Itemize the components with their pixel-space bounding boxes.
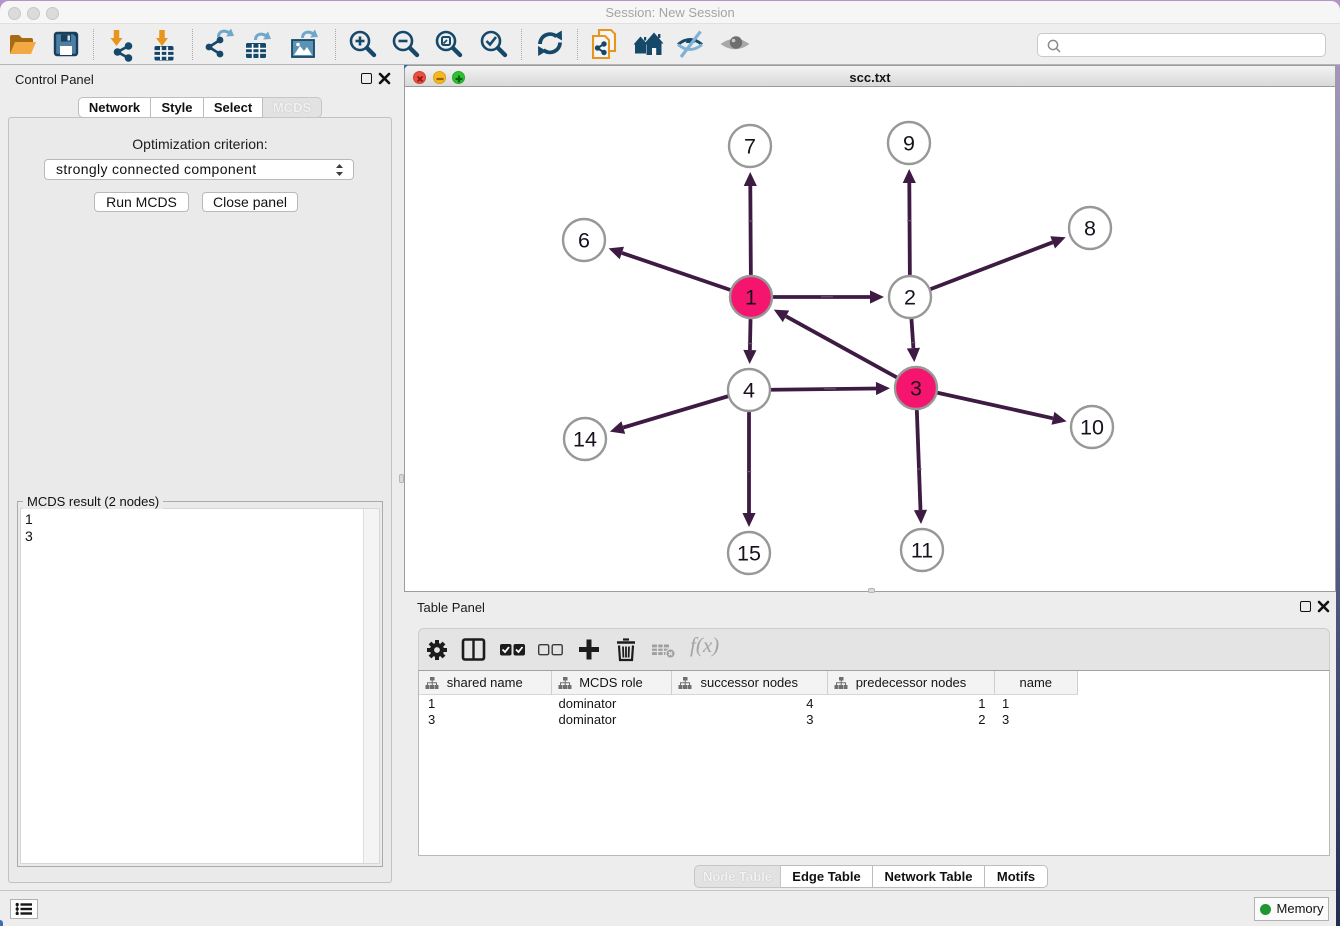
svg-text:2: 2 — [904, 286, 916, 310]
svg-text:9: 9 — [903, 132, 915, 156]
svg-text:15: 15 — [737, 542, 761, 566]
svg-text:1: 1 — [745, 286, 757, 310]
svg-text:14: 14 — [573, 428, 597, 452]
svg-text:4: 4 — [743, 379, 755, 403]
svg-text:11: 11 — [911, 539, 933, 563]
svg-text:3: 3 — [910, 377, 922, 401]
svg-text:8: 8 — [1084, 217, 1096, 241]
svg-text:6: 6 — [578, 229, 590, 253]
svg-text:10: 10 — [1080, 416, 1104, 440]
svg-text:7: 7 — [744, 135, 756, 159]
